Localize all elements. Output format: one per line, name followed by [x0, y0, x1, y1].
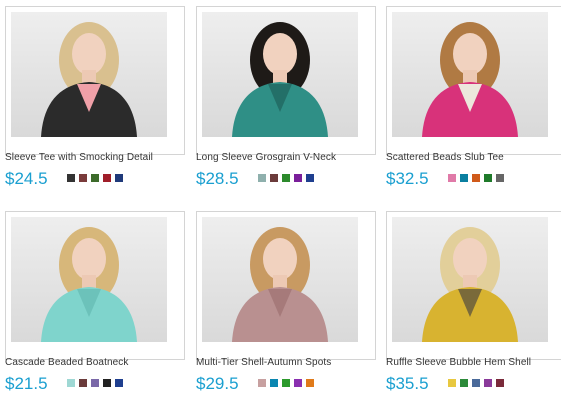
product-photo[interactable]: [392, 217, 548, 342]
color-swatches: [448, 379, 504, 387]
color-swatch[interactable]: [91, 174, 99, 182]
color-swatch[interactable]: [282, 174, 290, 182]
product-name[interactable]: Sleeve Tee with Smocking Detail: [5, 152, 185, 163]
product-card[interactable]: Cascade Beaded Boatneck $21.5: [5, 211, 185, 406]
color-swatches: [67, 379, 123, 387]
color-swatch[interactable]: [115, 174, 123, 182]
color-swatch[interactable]: [258, 174, 266, 182]
product-photo[interactable]: [11, 217, 167, 342]
product-card[interactable]: Ruffle Sleeve Bubble Hem Shell $35.5: [386, 211, 561, 406]
color-swatch[interactable]: [103, 379, 111, 387]
product-photo[interactable]: [392, 12, 548, 137]
color-swatch[interactable]: [67, 379, 75, 387]
product-image-link[interactable]: [5, 6, 185, 155]
product-card[interactable]: Long Sleeve Grosgrain V-Neck $28.5: [196, 6, 376, 201]
product-price: $32.5: [386, 169, 429, 188]
color-swatch[interactable]: [79, 174, 87, 182]
color-swatch[interactable]: [294, 379, 302, 387]
model-illustration: [422, 22, 518, 137]
product-name[interactable]: Multi-Tier Shell-Autumn Spots: [196, 357, 376, 368]
product-price: $24.5: [5, 169, 48, 188]
color-swatch[interactable]: [67, 174, 75, 182]
color-swatches: [258, 174, 314, 182]
product-photo[interactable]: [202, 12, 358, 137]
product-image-link[interactable]: [196, 211, 376, 360]
product-price: $35.5: [386, 374, 429, 393]
color-swatches: [258, 379, 314, 387]
color-swatch[interactable]: [294, 174, 302, 182]
model-illustration: [41, 227, 137, 342]
color-swatch[interactable]: [258, 379, 266, 387]
color-swatch[interactable]: [472, 174, 480, 182]
product-card[interactable]: Scattered Beads Slub Tee $32.5: [386, 6, 561, 201]
model-illustration: [232, 22, 328, 137]
product-image-link[interactable]: [386, 211, 561, 360]
color-swatch[interactable]: [448, 174, 456, 182]
product-photo[interactable]: [11, 12, 167, 137]
product-image-link[interactable]: [196, 6, 376, 155]
color-swatch[interactable]: [79, 379, 87, 387]
color-swatch[interactable]: [460, 379, 468, 387]
product-price: $28.5: [196, 169, 239, 188]
color-swatch[interactable]: [460, 174, 468, 182]
product-photo[interactable]: [202, 217, 358, 342]
product-name[interactable]: Cascade Beaded Boatneck: [5, 357, 185, 368]
product-name[interactable]: Long Sleeve Grosgrain V-Neck: [196, 152, 376, 163]
color-swatch[interactable]: [270, 174, 278, 182]
color-swatch[interactable]: [496, 379, 504, 387]
color-swatch[interactable]: [270, 379, 278, 387]
color-swatch[interactable]: [496, 174, 504, 182]
color-swatch[interactable]: [306, 174, 314, 182]
color-swatch[interactable]: [448, 379, 456, 387]
product-card[interactable]: Multi-Tier Shell-Autumn Spots $29.5: [196, 211, 376, 406]
color-swatch[interactable]: [484, 174, 492, 182]
color-swatch[interactable]: [91, 379, 99, 387]
product-name[interactable]: Scattered Beads Slub Tee: [386, 152, 561, 163]
product-image-link[interactable]: [386, 6, 561, 155]
color-swatches: [67, 174, 123, 182]
product-name[interactable]: Ruffle Sleeve Bubble Hem Shell: [386, 357, 561, 368]
color-swatch[interactable]: [115, 379, 123, 387]
color-swatch[interactable]: [103, 174, 111, 182]
product-card[interactable]: Sleeve Tee with Smocking Detail $24.5: [5, 6, 185, 201]
model-illustration: [232, 227, 328, 342]
product-price: $29.5: [196, 374, 239, 393]
product-price: $21.5: [5, 374, 48, 393]
product-image-link[interactable]: [5, 211, 185, 360]
color-swatch[interactable]: [282, 379, 290, 387]
model-illustration: [41, 22, 137, 137]
color-swatch[interactable]: [484, 379, 492, 387]
model-illustration: [422, 227, 518, 342]
color-swatch[interactable]: [472, 379, 480, 387]
product-grid: Sleeve Tee with Smocking Detail $24.5 Lo…: [0, 0, 561, 401]
color-swatches: [448, 174, 504, 182]
color-swatch[interactable]: [306, 379, 314, 387]
